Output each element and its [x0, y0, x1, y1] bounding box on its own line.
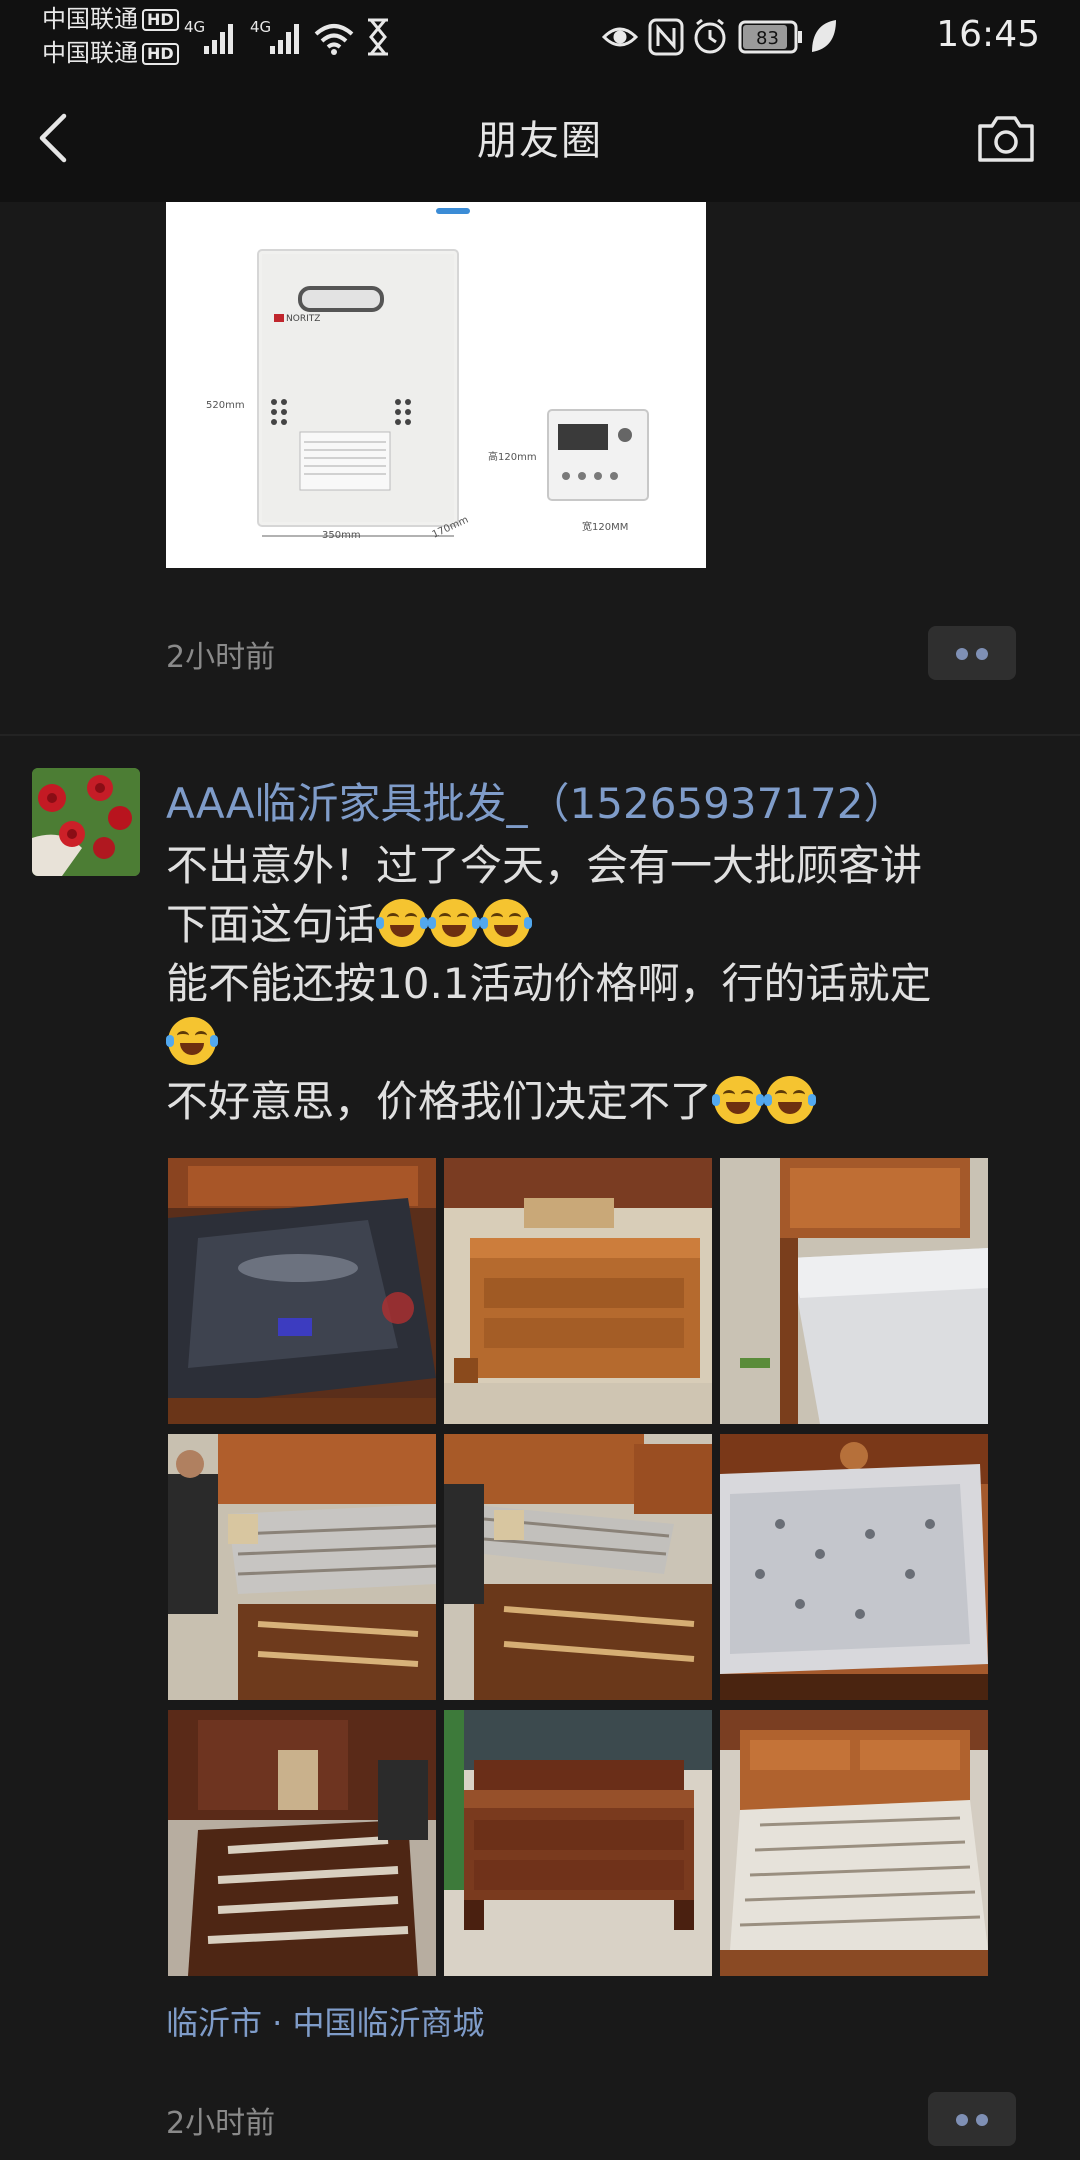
clock: 16:45: [936, 14, 1040, 55]
height-label: 520mm: [206, 400, 245, 411]
width-label: 350mm: [322, 530, 361, 541]
photo-worker-assembling-slats[interactable]: [168, 1434, 436, 1700]
status-right-icons: 83: [601, 18, 836, 56]
tears-of-joy-emoji-icon: [428, 899, 481, 947]
post-line-2-text: 下面这句话: [166, 900, 377, 949]
photo-dark-bed-slats[interactable]: [168, 1710, 436, 1976]
post-more-button[interactable]: [928, 2092, 1016, 2146]
tears-of-joy-emoji-icon: [712, 1076, 765, 1124]
photo-bed-footboard[interactable]: [444, 1710, 712, 1976]
photo-headboard-on-box[interactable]: [444, 1158, 712, 1424]
nav-bar: 朋友圈: [0, 72, 1080, 202]
post-time: 2小时前: [166, 2106, 276, 2141]
avatar[interactable]: [32, 768, 140, 876]
status-bar: 中国联通 HD 中国联通 HD 4G 4G 83 16:45: [0, 0, 1080, 72]
post-line-5: 不好意思，价格我们决定不了: [166, 1072, 1006, 1131]
alarm-icon: [694, 18, 726, 54]
photo-lifting-bed-frame[interactable]: [444, 1434, 712, 1700]
network-type-1: 4G: [184, 18, 205, 36]
tears-of-joy-emoji-icon: [764, 1076, 817, 1124]
post-divider: [0, 734, 1080, 736]
more-dot-icon: [976, 2114, 988, 2126]
post-line-4: [166, 1013, 1006, 1072]
brand-label: NORITZ: [286, 314, 320, 324]
page-title: 朋友圈: [477, 118, 603, 164]
remote-width-label: 宽120MM: [582, 520, 628, 533]
remote-height-label: 高120mm: [488, 450, 537, 463]
product-image[interactable]: NORITZ 520mm 350mm 170mm 高120mm 宽120MM: [166, 202, 706, 568]
carrier-2-label: 中国联通: [42, 39, 138, 67]
leaf-icon: [812, 20, 836, 52]
water-heater-image: NORITZ 520mm 350mm 170mm 高120mm 宽120MM: [206, 208, 649, 541]
photo-bed-with-mattress[interactable]: [720, 1158, 988, 1424]
hd-badge-2: HD: [142, 43, 179, 65]
tears-of-joy-emoji-icon: [376, 899, 429, 947]
previous-post-time: 2小时前: [166, 640, 276, 675]
post-author[interactable]: AAA临沂家具批发_（15265937172）: [166, 770, 905, 831]
battery-icon: 83: [738, 20, 802, 54]
nfc-icon: [648, 18, 684, 56]
network-type-2: 4G: [250, 18, 271, 36]
post-line-3: 能不能还按10.1活动价格啊，行的话就定: [166, 959, 932, 1008]
rose-avatar-image: [32, 768, 140, 876]
eye-icon: [601, 27, 639, 47]
carrier-1-label: 中国联通: [42, 5, 138, 33]
carrier-1: 中国联通 HD: [42, 6, 179, 32]
tears-of-joy-emoji-icon: [480, 899, 533, 947]
battery-level: 83: [756, 28, 779, 49]
signal-wifi-icons: 4G 4G: [184, 18, 388, 56]
rolling-laughing-emoji-icon: [166, 1017, 218, 1065]
photo-bed-mattress-plastic[interactable]: [168, 1158, 436, 1424]
post-location[interactable]: 临沂市 · 中国临沂商城: [166, 1998, 485, 2044]
previous-post-more-button[interactable]: [928, 626, 1016, 680]
signal-icon-2: [270, 24, 299, 54]
post-line-5-text: 不好意思，价格我们决定不了: [166, 1077, 713, 1126]
carrier-2: 中国联通 HD: [42, 40, 179, 66]
post-line-2: 下面这句话: [166, 895, 1006, 954]
more-dot-icon: [956, 2114, 968, 2126]
signal-icon-1: [204, 24, 233, 54]
post-text: 不出意外！过了今天，会有一大批顾客讲 下面这句话 能不能还按10.1活动价格啊，…: [166, 836, 1006, 1131]
camera-icon[interactable]: [976, 112, 1036, 164]
hd-badge: HD: [142, 9, 179, 31]
more-dot-icon: [976, 648, 988, 660]
wifi-icon: [314, 24, 354, 49]
photo-bed-slats-frame[interactable]: [720, 1710, 988, 1976]
photo-bed-plastic-cover[interactable]: [720, 1434, 988, 1700]
moments-screen: 中国联通 HD 中国联通 HD 4G 4G 83 16:45 朋友圈 NORIT…: [0, 0, 1080, 2160]
hourglass-icon: [368, 18, 388, 56]
post-line-1: 不出意外！过了今天，会有一大批顾客讲: [166, 841, 923, 890]
more-dot-icon: [956, 648, 968, 660]
